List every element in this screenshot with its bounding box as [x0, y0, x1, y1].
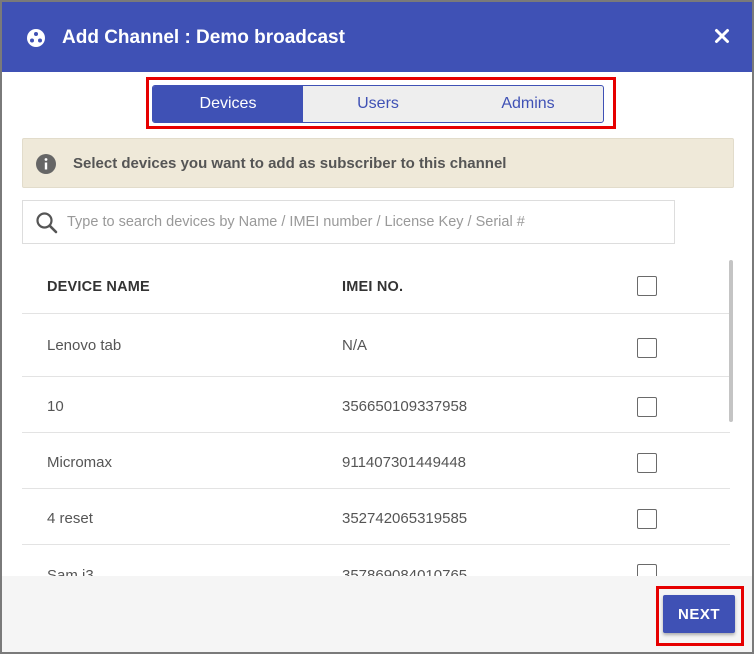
row-checkbox[interactable]	[637, 338, 657, 358]
dialog-title: Add Channel : Demo broadcast	[62, 27, 345, 48]
table-row: Lenovo tab N/A	[22, 314, 730, 377]
column-header-imei: IMEI NO.	[342, 279, 404, 295]
broadcast-icon	[27, 29, 45, 47]
tab-group: Devices Users Admins	[152, 85, 604, 123]
imei-cell: 911407301449448	[342, 454, 467, 471]
info-icon	[36, 154, 56, 174]
imei-cell: N/A	[342, 337, 368, 354]
device-name-cell: Sam j3	[47, 567, 94, 576]
next-button[interactable]: NEXT	[663, 595, 735, 633]
device-name-cell: 10	[47, 398, 64, 415]
info-text: Select devices you want to add as subscr…	[73, 155, 507, 172]
device-name-cell: 4 reset	[47, 510, 93, 527]
dialog-footer	[2, 576, 752, 652]
device-name-cell: Lenovo tab	[47, 337, 122, 354]
select-all-checkbox[interactable]	[637, 276, 657, 296]
imei-cell: 352742065319585	[342, 510, 468, 527]
table-header-row: DEVICE NAME IMEI NO.	[22, 260, 730, 314]
tab-devices[interactable]: Devices	[153, 86, 303, 122]
row-checkbox[interactable]	[637, 564, 657, 576]
dialog-header: Add Channel : Demo broadcast	[2, 2, 752, 72]
table-scrollbar[interactable]	[729, 260, 733, 422]
imei-cell: 357869084010765	[342, 567, 468, 576]
search-box	[22, 200, 675, 244]
column-header-device-name: DEVICE NAME	[47, 279, 150, 295]
table-row: 4 reset 352742065319585	[22, 489, 730, 545]
table-row: Micromax 911407301449448	[22, 433, 730, 489]
search-input[interactable]	[67, 209, 667, 235]
tab-users[interactable]: Users	[303, 86, 453, 122]
search-icon	[36, 212, 58, 234]
row-checkbox[interactable]	[637, 509, 657, 529]
close-icon[interactable]	[710, 24, 734, 48]
row-checkbox[interactable]	[637, 397, 657, 417]
imei-cell: 356650109337958	[342, 398, 468, 415]
add-channel-dialog: Add Channel : Demo broadcast Devices Use…	[2, 2, 752, 652]
table-row: Sam j3 357869084010765	[22, 545, 730, 576]
info-banner: Select devices you want to add as subscr…	[22, 138, 734, 188]
row-checkbox[interactable]	[637, 453, 657, 473]
table-row: 10 356650109337958	[22, 377, 730, 433]
device-name-cell: Micromax	[47, 454, 113, 471]
tab-admins[interactable]: Admins	[453, 86, 603, 122]
device-table: DEVICE NAME IMEI NO. Lenovo tab N/A 10 3…	[22, 260, 732, 576]
